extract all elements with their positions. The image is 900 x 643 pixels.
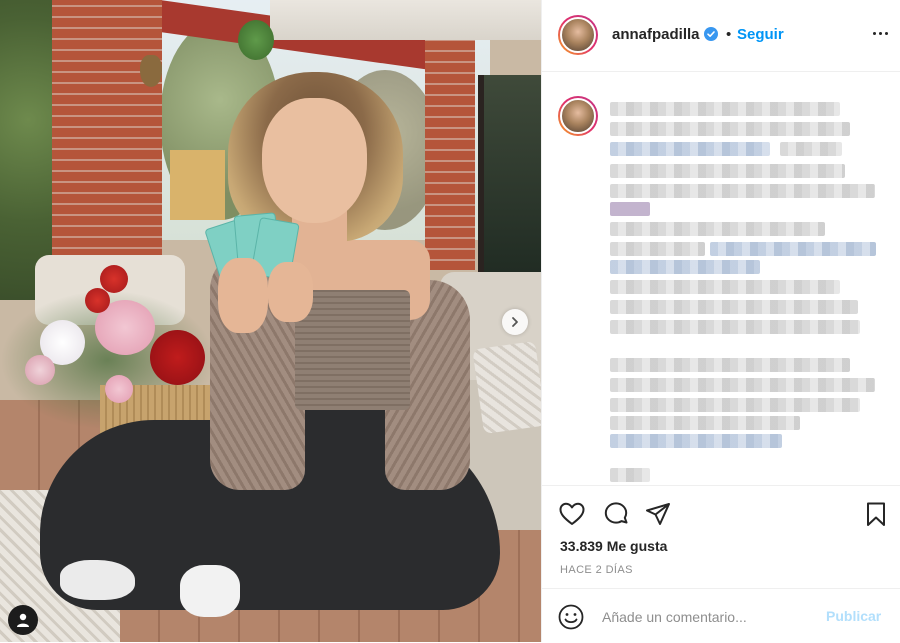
hanging-plant: [238, 20, 274, 60]
post-header: annafpadilla • Seguir: [542, 0, 900, 72]
blurred-text-line: [780, 142, 842, 156]
post-timestamp[interactable]: HACE 2 DÍAS: [560, 564, 633, 576]
person-shoe: [180, 565, 240, 617]
bookmark-icon[interactable]: [862, 500, 890, 528]
avatar-image: [560, 98, 596, 134]
blurred-link-line: [610, 142, 770, 156]
flower: [105, 375, 133, 403]
blurred-link-line: [610, 260, 760, 274]
person-hand: [218, 258, 268, 333]
flower: [25, 355, 55, 385]
person-face: [262, 98, 367, 223]
blurred-text-line: [610, 378, 875, 392]
more-options-button[interactable]: [870, 23, 890, 43]
smiley-icon[interactable]: [558, 604, 584, 630]
publish-button[interactable]: Publicar: [826, 608, 881, 624]
brick-column: [425, 40, 475, 270]
follow-button[interactable]: Seguir: [737, 26, 784, 43]
person-hand: [268, 262, 313, 322]
chevron-right-icon: [512, 317, 518, 327]
hanging-basket: [140, 55, 162, 87]
caption-blurred: [610, 100, 878, 482]
blurred-text-line: [610, 122, 850, 136]
comment-bar: Publicar: [542, 588, 900, 643]
heart-icon[interactable]: [558, 500, 586, 528]
person-top: [295, 290, 410, 410]
comment-input[interactable]: [600, 603, 814, 631]
blurred-text-line: [610, 280, 840, 294]
action-bar: 33.839 Me gusta HACE 2 DÍAS: [542, 485, 900, 586]
blurred-text-line: [610, 358, 850, 372]
paper-plane-icon[interactable]: [644, 500, 672, 528]
avatar[interactable]: [558, 15, 598, 55]
blurred-link-line: [710, 242, 876, 256]
comment-icon[interactable]: [602, 500, 630, 528]
flower: [150, 330, 205, 385]
blurred-text-line: [610, 468, 650, 482]
flower: [100, 265, 128, 293]
post-photo[interactable]: [0, 0, 541, 642]
caption-avatar[interactable]: [558, 96, 598, 136]
blurred-link-line: [610, 434, 782, 448]
next-photo-button[interactable]: [502, 309, 528, 335]
username-link[interactable]: annafpadilla: [612, 26, 700, 43]
post-sidebar: annafpadilla • Seguir 33.839 Me gusta HA…: [541, 0, 900, 642]
user-icon: [17, 613, 29, 627]
blurred-text-line: [610, 320, 860, 334]
background-house: [170, 150, 225, 220]
likes-count[interactable]: 33.839 Me gusta: [560, 538, 667, 554]
blurred-text-line: [610, 164, 845, 178]
blurred-emoji-line: [610, 202, 650, 216]
instagram-post: annafpadilla • Seguir 33.839 Me gusta HA…: [0, 0, 900, 642]
blurred-text-line: [610, 300, 858, 314]
verified-badge-icon: [704, 27, 718, 41]
pillow: [472, 341, 541, 434]
separator-dot: •: [726, 26, 732, 43]
tagged-users-button[interactable]: [8, 605, 38, 635]
more-horizontal-icon: [872, 31, 876, 35]
brick-column: [52, 0, 162, 258]
person-shoe: [60, 560, 135, 600]
blurred-text-line: [610, 416, 800, 430]
blurred-text-line: [610, 242, 705, 256]
window: [478, 75, 541, 285]
blurred-text-line: [610, 184, 875, 198]
blurred-text-line: [610, 222, 825, 236]
porch-ceiling: [270, 0, 541, 40]
flower: [85, 288, 110, 313]
blurred-text-line: [610, 102, 840, 116]
blurred-text-line: [610, 398, 860, 412]
avatar-image: [560, 17, 596, 53]
